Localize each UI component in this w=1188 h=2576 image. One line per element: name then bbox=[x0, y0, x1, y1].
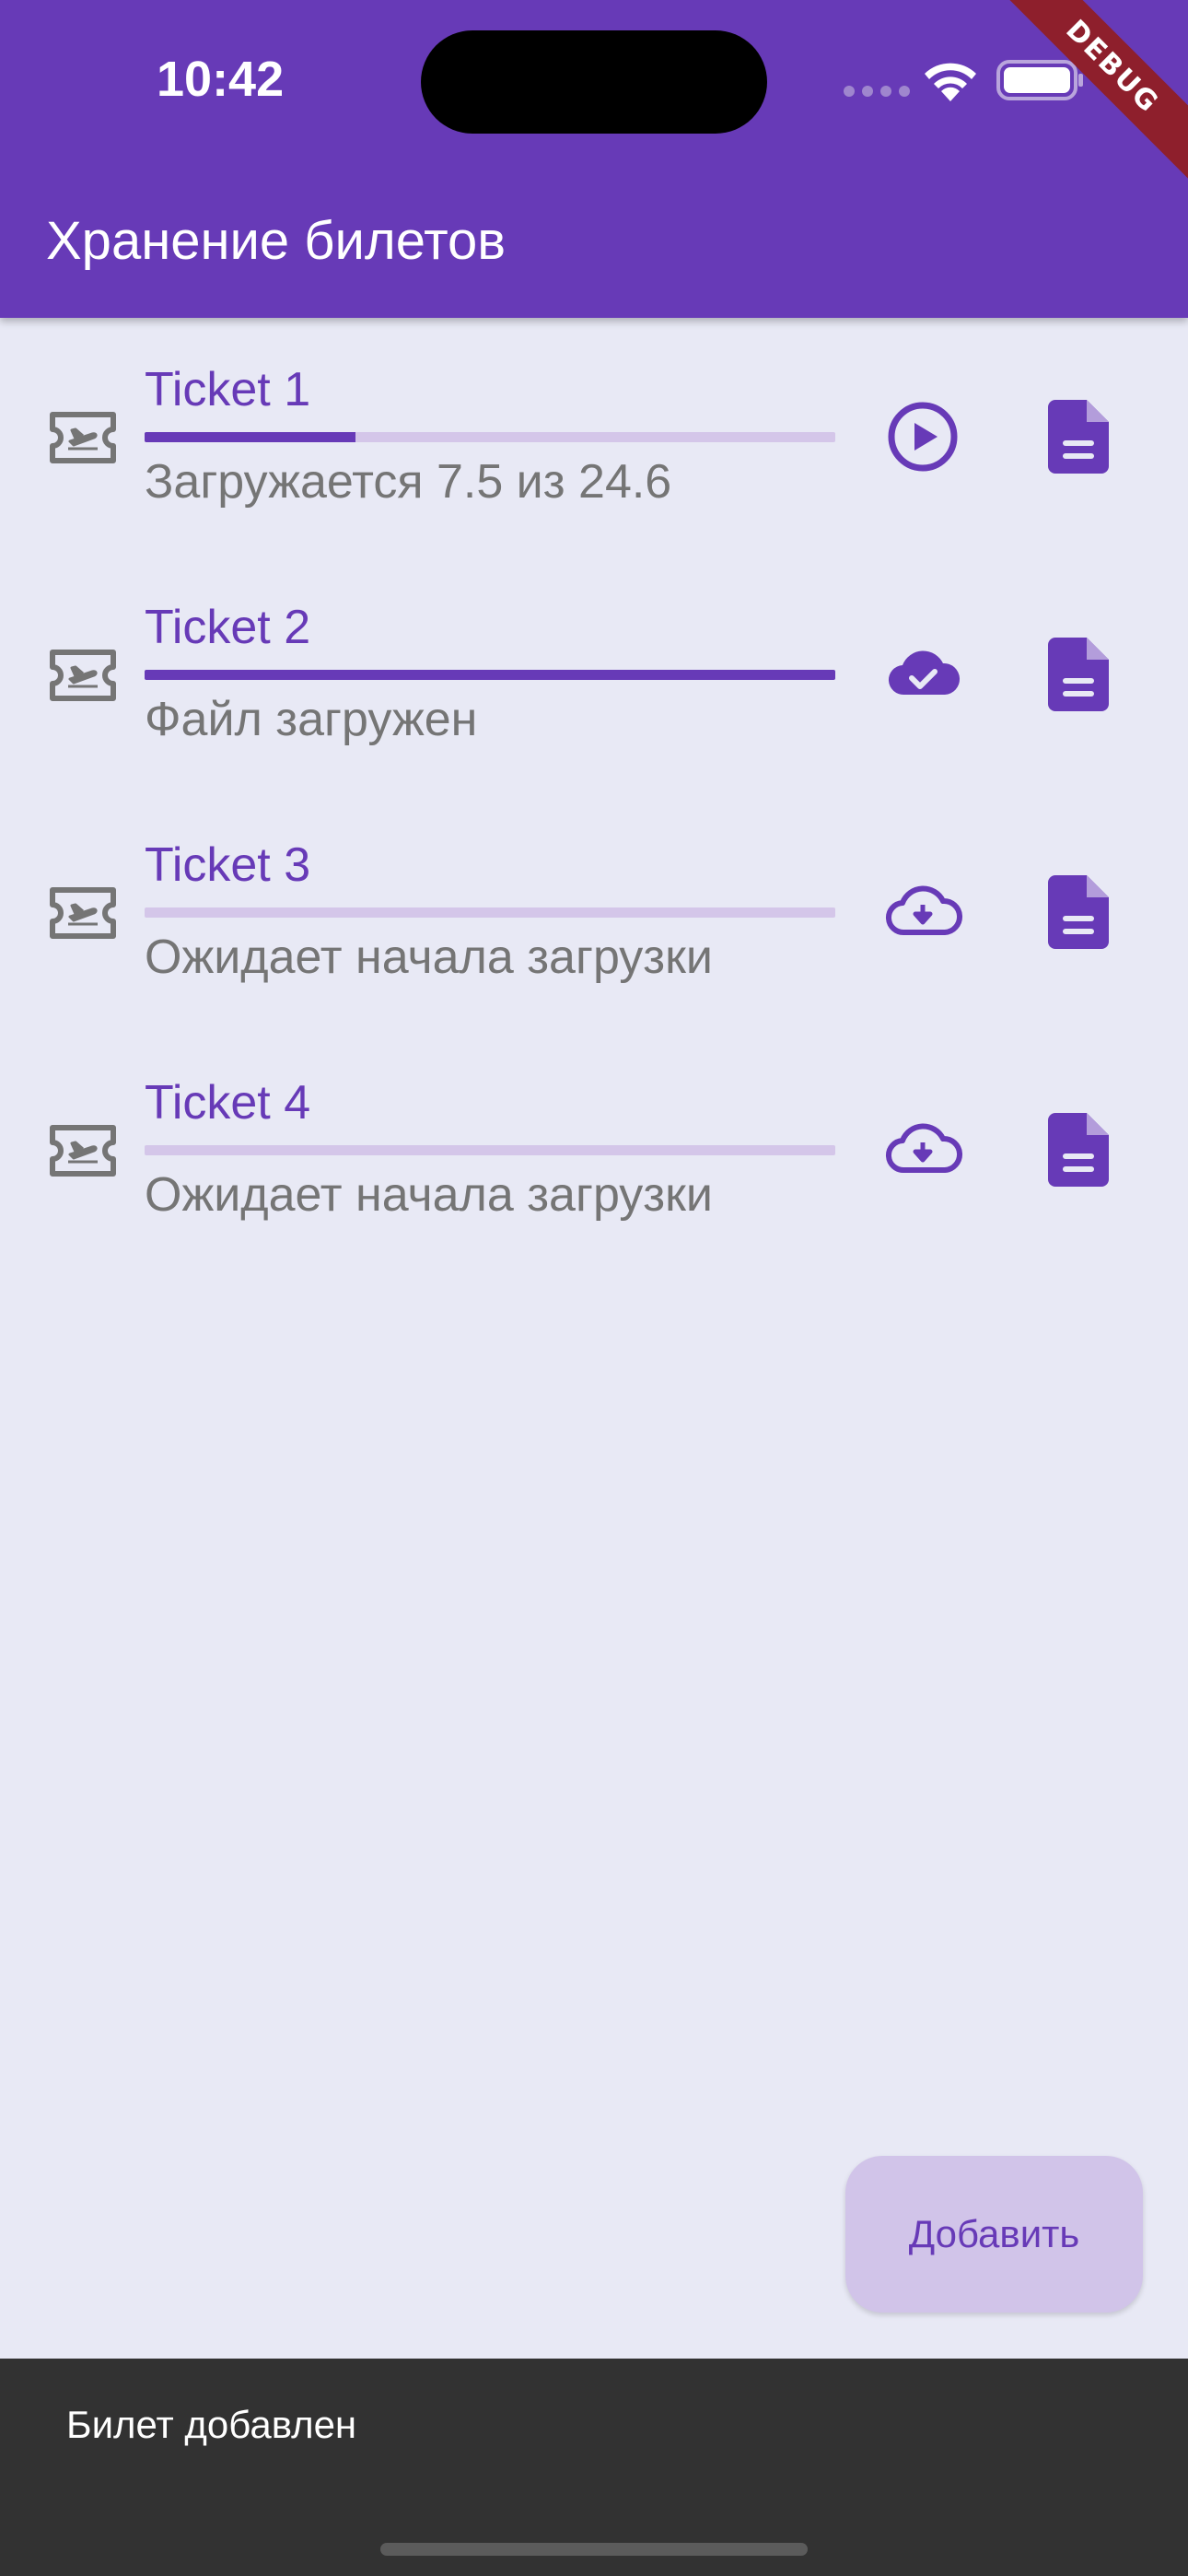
page-title: Хранение билетов bbox=[46, 211, 507, 271]
debug-banner: DEBUG bbox=[963, 0, 1188, 216]
snackbar: Билет добавлен bbox=[0, 2359, 1188, 2576]
file-document-icon[interactable] bbox=[1048, 1113, 1109, 1187]
cloud-download-icon[interactable] bbox=[882, 1109, 963, 1190]
list-item[interactable]: Ticket 1 Загружается 7.5 из 24.6 bbox=[0, 318, 1188, 556]
app-bar: 10:42 DEBUG Хранение билетов bbox=[0, 0, 1188, 318]
status-time: 10:42 bbox=[157, 52, 285, 107]
download-progress-bar bbox=[145, 907, 835, 918]
airplane-ticket-icon bbox=[50, 1125, 116, 1177]
file-document-icon[interactable] bbox=[1048, 638, 1109, 711]
ticket-title: Ticket 3 bbox=[145, 838, 311, 892]
list-item[interactable]: Ticket 4 Ожидает начала загрузки bbox=[0, 1031, 1188, 1269]
cellular-signal-icon bbox=[844, 86, 910, 97]
home-indicator[interactable] bbox=[380, 2543, 808, 2556]
list-item[interactable]: Ticket 3 Ожидает начала загрузки bbox=[0, 793, 1188, 1031]
wifi-icon bbox=[925, 63, 976, 101]
airplane-ticket-icon bbox=[50, 887, 116, 939]
ticket-title: Ticket 4 bbox=[145, 1076, 311, 1130]
battery-icon bbox=[996, 60, 1083, 100]
airplane-ticket-icon bbox=[50, 650, 116, 701]
list-item[interactable]: Ticket 2 Файл загружен bbox=[0, 556, 1188, 793]
download-progress-bar bbox=[145, 432, 835, 442]
ticket-status: Ожидает начала загрузки bbox=[145, 1168, 713, 1222]
file-document-icon[interactable] bbox=[1048, 400, 1109, 474]
ticket-status: Загружается 7.5 из 24.6 bbox=[145, 455, 672, 509]
download-progress-bar bbox=[145, 670, 835, 680]
dynamic-island bbox=[421, 30, 767, 134]
add-button[interactable]: Добавить bbox=[845, 2156, 1143, 2313]
ticket-title: Ticket 2 bbox=[145, 601, 311, 654]
file-document-icon[interactable] bbox=[1048, 875, 1109, 949]
airplane-ticket-icon bbox=[50, 412, 116, 463]
ticket-title: Ticket 1 bbox=[145, 363, 311, 416]
snackbar-message: Билет добавлен bbox=[66, 2403, 357, 2446]
ticket-status: Файл загружен bbox=[145, 693, 478, 746]
cloud-done-icon[interactable] bbox=[882, 634, 963, 715]
ticket-status: Ожидает начала загрузки bbox=[145, 931, 713, 984]
cloud-download-icon[interactable] bbox=[882, 872, 963, 953]
download-progress-bar bbox=[145, 1145, 835, 1155]
play-circle-icon[interactable] bbox=[882, 396, 963, 477]
